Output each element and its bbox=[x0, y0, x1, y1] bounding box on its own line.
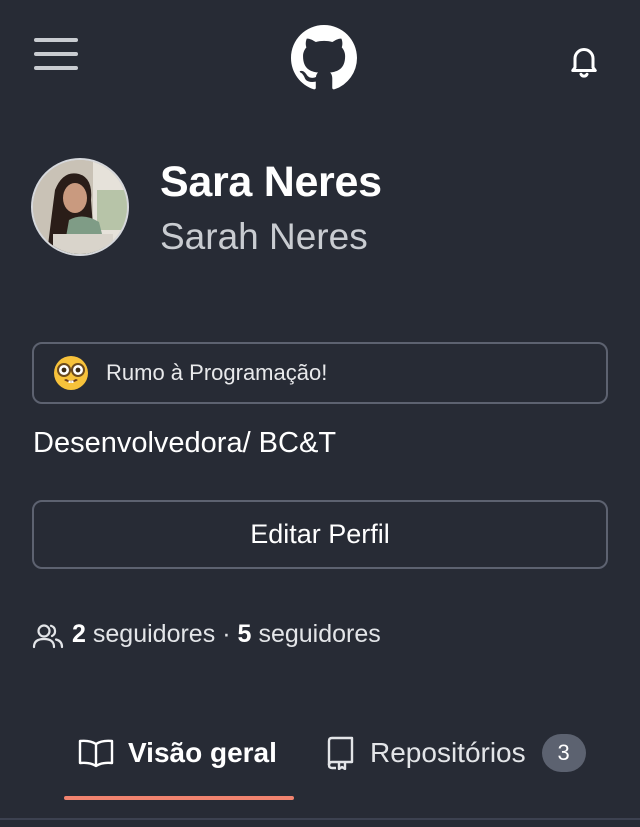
followers-count[interactable]: 2 bbox=[72, 620, 86, 649]
tab-repositories[interactable]: Repositórios 3 bbox=[326, 730, 586, 776]
profile-bio: Desenvolvedora/ BC&T bbox=[33, 427, 337, 459]
hamburger-menu-icon bbox=[34, 38, 78, 42]
edit-profile-button[interactable]: Editar Perfil bbox=[32, 500, 608, 569]
avatar-photo bbox=[33, 160, 127, 254]
status-text: Rumo à Programação! bbox=[106, 360, 328, 385]
people-icon bbox=[32, 623, 64, 648]
tab-repositories-label: Repositórios bbox=[370, 737, 526, 768]
tab-overview[interactable]: Visão geral bbox=[78, 730, 277, 776]
status-box[interactable]: Rumo à Programação! bbox=[32, 342, 608, 404]
tabs-divider bbox=[0, 818, 640, 820]
followers-info[interactable]: 2 seguidores · 5 seguidores bbox=[32, 620, 381, 649]
following-count[interactable]: 5 bbox=[238, 620, 252, 649]
tab-overview-label: Visão geral bbox=[128, 737, 277, 768]
repo-icon bbox=[327, 736, 354, 770]
active-tab-underline bbox=[64, 796, 294, 800]
separator-dot: · bbox=[222, 620, 231, 648]
repositories-count-badge: 3 bbox=[541, 734, 586, 772]
profile-display-name: Sara Neres bbox=[160, 158, 382, 206]
menu-button[interactable] bbox=[34, 36, 78, 74]
following-label: seguidores bbox=[258, 620, 381, 648]
bell-icon[interactable] bbox=[566, 42, 602, 78]
followers-label: seguidores bbox=[92, 620, 216, 648]
nerd-face-emoji-icon bbox=[54, 356, 88, 390]
book-icon bbox=[78, 739, 114, 768]
avatar[interactable] bbox=[31, 158, 129, 256]
profile-username: Sarah Neres bbox=[160, 216, 368, 257]
github-logo-icon[interactable] bbox=[291, 25, 357, 91]
